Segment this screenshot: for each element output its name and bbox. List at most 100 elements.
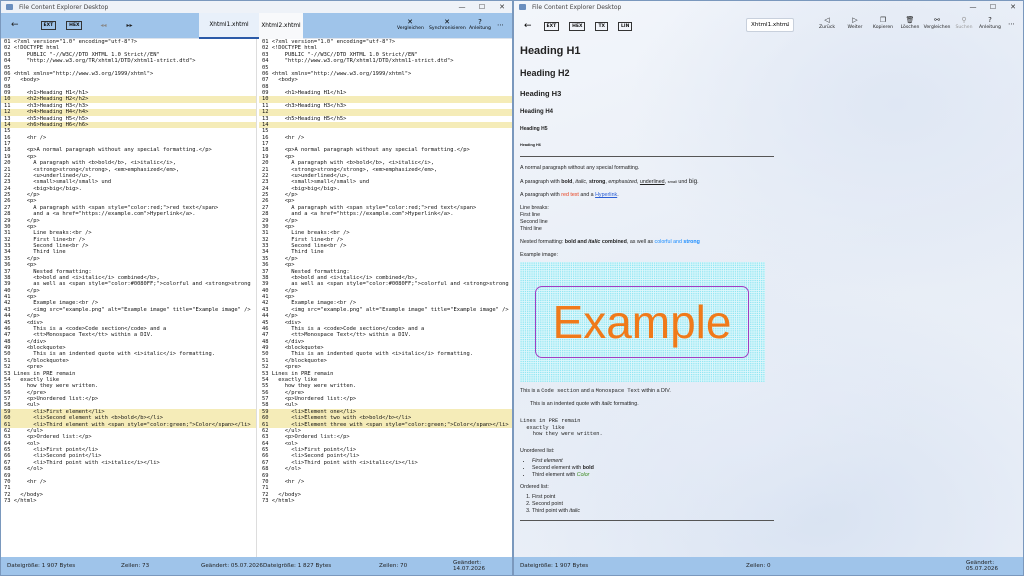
arrow-right-icon: ▷ (852, 16, 858, 24)
tab-file-1[interactable]: Xhtml1.xhtml (199, 13, 259, 39)
preview-h6: Heading H6 (520, 143, 541, 147)
forward-action[interactable]: ▷ Weiter (842, 16, 868, 30)
preview-h1: Heading H1 (520, 45, 581, 57)
preview-h5: Heading H5 (520, 126, 548, 132)
hex-button[interactable]: HEX (66, 21, 83, 30)
arrow-left-icon: ◁ (824, 16, 830, 24)
list-item: First point (532, 494, 774, 501)
compare-window: File Content Explorer Desktop — ☐ ✕ ← EX… (0, 0, 513, 576)
compare-icon: ⚯ (934, 16, 940, 24)
back-arrow-icon[interactable]: ← (524, 21, 532, 31)
line-count-right: Zeilen: 70 (379, 563, 408, 569)
close-button[interactable]: ✕ (492, 1, 512, 13)
preview-paragraph-formatting: A paragraph with bold, italic, strong, e… (520, 178, 699, 185)
window-controls: — ☐ ✕ (452, 1, 512, 13)
maximize-button[interactable]: ☐ (983, 1, 1003, 13)
copy-icon: ❐ (879, 16, 887, 24)
preview-h3: Heading H3 (520, 89, 562, 98)
title-bar: File Content Explorer Desktop — ☐ ✕ (1, 1, 512, 13)
chevron-down-icon: ⌄ (785, 22, 790, 28)
code-line: 73 </html> (4, 498, 37, 504)
status-bar: Dateigröße: 1 907 Bytes Zeilen: 0 Geände… (514, 557, 1023, 575)
hex-button[interactable]: HEX (569, 21, 586, 31)
preview-div-code: This is a Code section and a Monospace T… (520, 388, 671, 394)
search-action[interactable]: ⚲ Suchen (951, 16, 977, 30)
code-line: 61 <li>Third element with <span style="c… (1, 421, 256, 428)
ext-button[interactable]: EXT (543, 21, 560, 31)
preview-paragraph-link: A paragraph with red text and a Hyperlin… (520, 192, 619, 198)
preview-h4: Heading H4 (520, 109, 554, 115)
preview-unordered-list: First element Second element with bold T… (520, 458, 774, 479)
divider (520, 156, 774, 157)
file-size: Dateigröße: 1 907 Bytes (520, 563, 589, 569)
preview-nested-formatting: Nested formatting: bold and italic combi… (520, 239, 700, 245)
editor-right[interactable]: 01 <?xml version="1.0" encoding="utf-8"?… (259, 39, 512, 557)
list-item: Second element with bold (532, 465, 774, 472)
html-preview: Heading H1 Heading H2 Heading H3 Heading… (520, 45, 774, 529)
hyperlink[interactable]: Hyperlink (595, 192, 617, 198)
preview-blockquote: This is an indented quote with italic fo… (530, 401, 639, 407)
tab-file-2[interactable]: Xhtml2.xhtml (259, 13, 303, 39)
preview-pre: Lines in PRE remain exactly like how the… (520, 418, 603, 438)
window-controls: — ☐ ✕ (963, 1, 1023, 13)
example-image: Example (520, 262, 765, 382)
line-count-left: Zeilen: 73 (121, 563, 150, 569)
tab-bar: Xhtml1.xhtml Xhtml2.xhtml ✕ Vergleichen ✕… (199, 13, 512, 39)
modified-date: Geändert: 05.07.2026 (966, 560, 999, 572)
preview-paragraph-plain: A normal paragraph without any special f… (520, 165, 640, 171)
preview-line-breaks: Line breaks: First line Second line Third l… (520, 205, 549, 232)
preview-ol-label: Ordered list: (520, 483, 549, 490)
compare-action[interactable]: ✕ Vergleichen (397, 18, 424, 31)
app-icon (519, 4, 526, 10)
back-action[interactable]: ◁ Zurück (814, 16, 840, 30)
code-line: 39 as well as <span style="color:#0080FF… (4, 281, 251, 288)
help-action[interactable]: ? Anleitung (467, 18, 493, 31)
window-title: File Content Explorer Desktop (19, 3, 109, 11)
sync-icon: ✕ (444, 18, 450, 26)
code-line: 73 </html> (262, 498, 295, 504)
editor-left[interactable]: 01 <?xml version="1.0" encoding="utf-8"?… (1, 39, 257, 557)
trash-icon: 🗑 (905, 16, 915, 24)
minimize-button[interactable]: — (452, 1, 472, 13)
compare-icon: ✕ (407, 18, 413, 26)
line-count: Zeilen: 0 (746, 563, 771, 569)
list-item: Third point with italic (532, 508, 774, 515)
code-line: 39 as well as <span style="color:#0080FF… (262, 281, 509, 288)
list-item: Second point (532, 501, 774, 508)
modified-date-right: Geändert: 14.07.2026 (453, 560, 486, 572)
delete-action[interactable]: 🗑 Löschen (897, 16, 923, 30)
status-bar: Dateigröße: 1 907 Bytes Zeilen: 73 Geänd… (1, 557, 512, 575)
sync-action[interactable]: ✕ Synchronisieren (429, 18, 466, 31)
more-icon[interactable]: ⋯ (1008, 20, 1015, 28)
compare-action[interactable]: ⚯ Vergleichen (924, 16, 951, 30)
divider (520, 519, 774, 521)
preview-ul-label: Unordered list: (520, 447, 555, 454)
back-arrow-icon[interactable]: ← (11, 21, 19, 30)
copy-action[interactable]: ❐ Kopieren (870, 16, 896, 30)
help-icon: ? (988, 16, 992, 24)
file-select[interactable]: Xhtml1.xhtml ⌄ (746, 18, 794, 32)
search-icon: ⚲ (961, 16, 967, 24)
preview-window: File Content Explorer Desktop — ☐ ✕ ← EX… (513, 0, 1024, 576)
minimize-button[interactable]: — (963, 1, 983, 13)
file-size-right: Dateigröße: 1 827 Bytes (263, 563, 332, 569)
ext-button[interactable]: EXT (40, 21, 57, 30)
preview-h2: Heading H2 (520, 68, 570, 78)
list-item: First element (532, 458, 774, 465)
preview-ordered-list: First point Second point Third point wit… (520, 494, 774, 515)
modified-date-left: Geändert: 05.07.2026 (201, 563, 263, 569)
title-bar: File Content Explorer Desktop — ☐ ✕ (514, 1, 1023, 13)
app-icon (6, 4, 13, 10)
window-title: File Content Explorer Desktop (532, 3, 622, 11)
text-button[interactable]: TX (595, 21, 609, 31)
close-button[interactable]: ✕ (1003, 1, 1023, 13)
line-button[interactable]: LIN (618, 21, 633, 31)
prev-diff-icon[interactable]: ◂◂ (100, 22, 106, 29)
maximize-button[interactable]: ☐ (472, 1, 492, 13)
list-item: Third element with Color (532, 472, 774, 479)
more-icon[interactable]: ⋯ (497, 21, 504, 29)
help-action[interactable]: ? Anleitung (977, 16, 1003, 30)
help-icon: ? (478, 18, 482, 26)
preview-image-label: Example image: (520, 252, 558, 258)
next-diff-icon[interactable]: ▸▸ (127, 22, 133, 29)
